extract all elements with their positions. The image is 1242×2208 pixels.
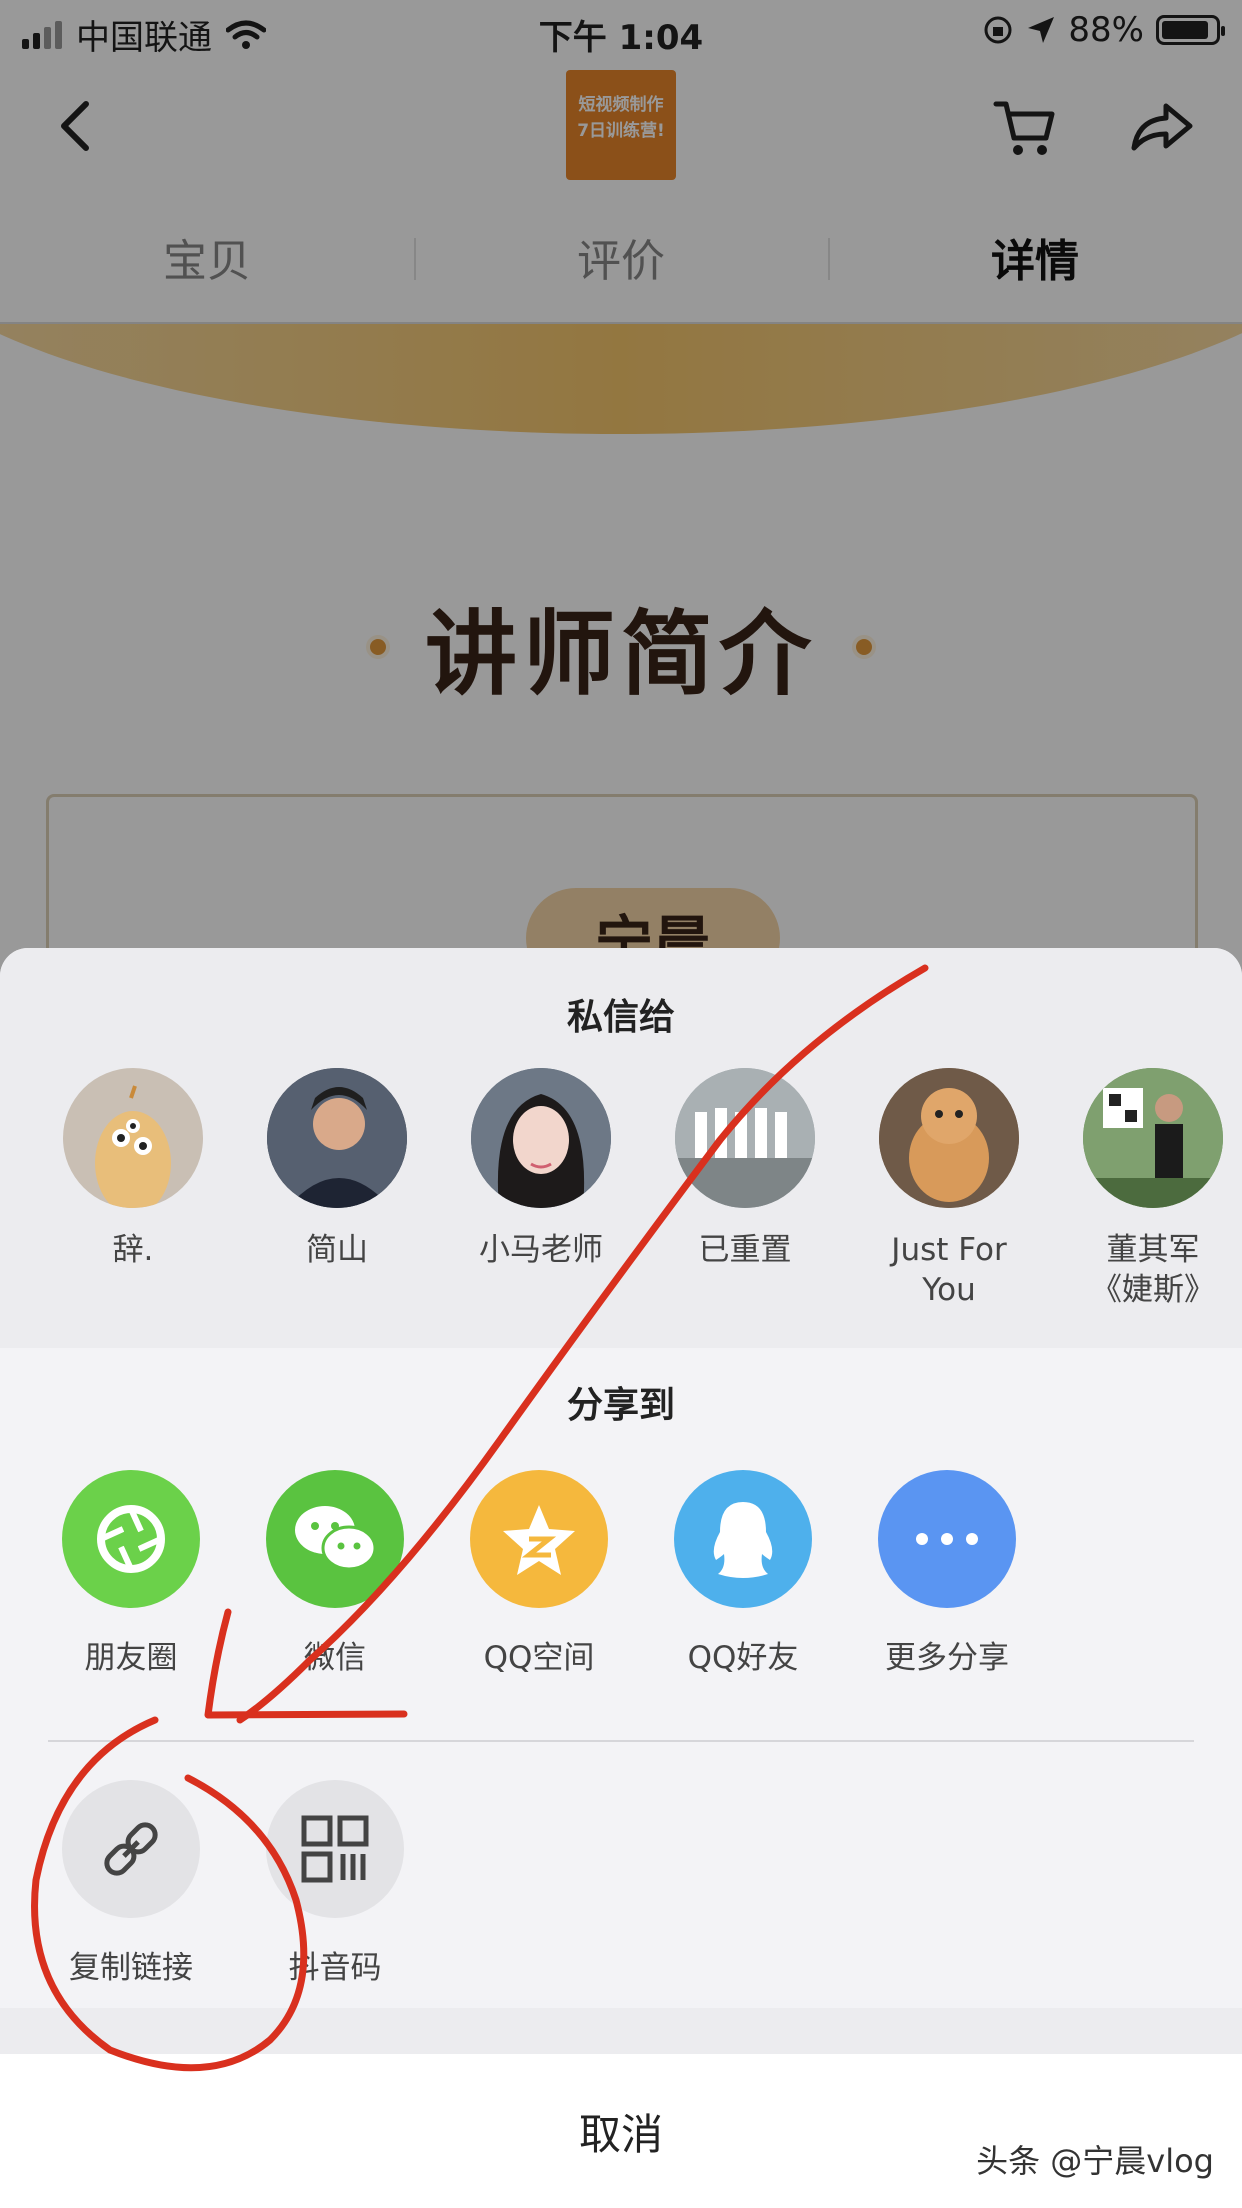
contact-item[interactable]: 小马老师 (446, 1068, 636, 1270)
share-more-button[interactable]: 更多分享 (852, 1470, 1042, 1677)
moments-icon (62, 1470, 200, 1608)
avatar (1083, 1068, 1223, 1208)
direct-message-section: 私信给 辞. 简山 小马老师 已重置 Just For You 董其军 《婕斯》 (0, 948, 1242, 1348)
contact-name: 小马老师 (479, 1232, 603, 1268)
contact-item[interactable]: 董其军 《婕斯》 (1058, 1068, 1242, 1310)
share-label: QQ好友 (687, 1640, 799, 1676)
contact-item[interactable]: 辞. (38, 1068, 228, 1270)
contact-name: Just For You (891, 1232, 1007, 1308)
dm-title: 私信给 (566, 997, 675, 1038)
share-label: 更多分享 (885, 1640, 1009, 1676)
contact-item[interactable]: Just For You (854, 1068, 1044, 1310)
contact-item[interactable]: 简山 (242, 1068, 432, 1270)
share-label: 朋友圈 (84, 1640, 178, 1676)
copy-link-button[interactable]: 复制链接 (36, 1780, 226, 1987)
share-sheet: 私信给 辞. 简山 小马老师 已重置 Just For You 董其军 《婕斯》… (0, 948, 1242, 2208)
contact-name: 简山 (306, 1232, 368, 1268)
utility-label: 复制链接 (69, 1950, 193, 1986)
contact-name: 已重置 (698, 1232, 792, 1268)
avatar (63, 1068, 203, 1208)
douyin-code-button[interactable]: 抖音码 (240, 1780, 430, 1987)
link-icon (62, 1780, 200, 1918)
avatar (267, 1068, 407, 1208)
qzone-star-icon (470, 1470, 608, 1608)
share-label: QQ空间 (483, 1640, 595, 1676)
avatar (675, 1068, 815, 1208)
avatar (879, 1068, 1019, 1208)
contact-item[interactable]: 已重置 (650, 1068, 840, 1270)
contact-name: 董其军 《婕斯》 (1091, 1232, 1215, 1308)
more-dots-icon (878, 1470, 1016, 1608)
contact-name: 辞. (112, 1232, 154, 1268)
share-moments-button[interactable]: 朋友圈 (36, 1470, 226, 1677)
share-qq-button[interactable]: QQ好友 (648, 1470, 838, 1677)
cancel-button[interactable]: 取消 (0, 2054, 1242, 2208)
utility-label: 抖音码 (288, 1950, 382, 1986)
qq-penguin-icon (674, 1470, 812, 1608)
avatar (471, 1068, 611, 1208)
divider (48, 1740, 1194, 1742)
share-wechat-button[interactable]: 微信 (240, 1470, 430, 1677)
qr-code-icon (266, 1780, 404, 1918)
share-qzone-button[interactable]: QQ空间 (444, 1470, 634, 1677)
share-label: 微信 (304, 1640, 366, 1676)
wechat-icon (266, 1470, 404, 1608)
watermark: 头条 @宁晨vlog (976, 2142, 1214, 2180)
share-title: 分享到 (566, 1385, 675, 1426)
